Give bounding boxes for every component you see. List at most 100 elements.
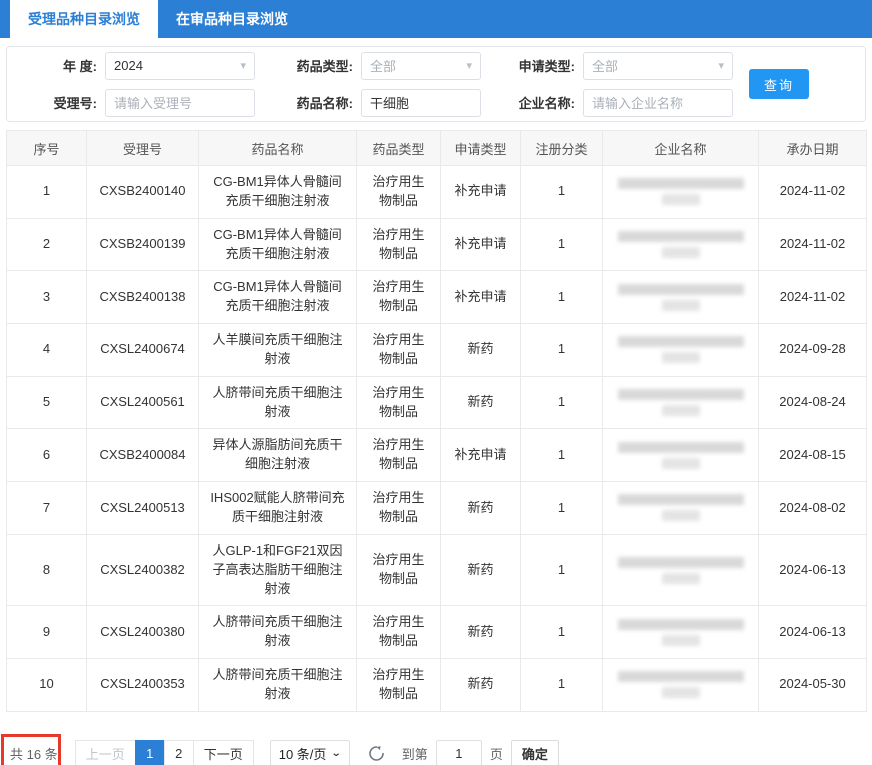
- cell-acceptance-no: CXSL2400353: [86, 658, 199, 712]
- confirm-button[interactable]: 确定: [510, 740, 559, 765]
- company-placeholder: 请输入企业名称: [592, 96, 684, 111]
- cell-apply-type: 新药: [440, 481, 521, 535]
- cell-date: 2024-11-02: [758, 165, 867, 219]
- header-drug-type: 药品类型: [356, 130, 441, 166]
- year-label: 年 度:: [63, 59, 97, 74]
- cell-acceptance-no: CXSL2400380: [86, 605, 199, 660]
- cell-apply-type: 新药: [440, 375, 521, 430]
- drug-type-select-value: 全部: [370, 59, 397, 74]
- redacted-company-block: [613, 494, 748, 522]
- cell-seq: 8: [6, 533, 87, 607]
- table-row: 6 CXSB2400084 异体人源脂肪间充质干细胞注射液 治疗用生物制品 补充…: [6, 428, 867, 483]
- cell-seq: 1: [6, 165, 87, 219]
- apply-type-select[interactable]: 全部 ▾: [583, 51, 733, 80]
- next-page-button[interactable]: 下一页: [192, 740, 254, 765]
- chevron-down-icon: ▾: [718, 60, 724, 72]
- cell-reg-class: 1: [520, 658, 603, 712]
- table-row: 10 CXSL2400353 人脐带间充质干细胞注射液 治疗用生物制品 新药 1…: [6, 658, 867, 712]
- results-table: 序号 受理号 药品名称 药品类型 申请类型 注册分类 企业名称 承办日期 1 C…: [6, 130, 867, 712]
- page-button-1[interactable]: 1: [134, 740, 165, 765]
- cell-date: 2024-06-13: [758, 605, 867, 660]
- tab-accepted-catalog[interactable]: 受理品种目录浏览: [10, 0, 158, 38]
- chevron-down-icon: ⌄: [331, 747, 343, 759]
- apply-type-label: 申请类型:: [518, 59, 575, 74]
- redacted-company-block: [613, 441, 748, 469]
- table-body: 1 CXSB2400140 CG-BM1异体人骨髓间充质干细胞注射液 治疗用生物…: [6, 165, 867, 712]
- cell-company: [602, 375, 759, 430]
- cell-apply-type: 补充申请: [440, 217, 521, 272]
- goto-suffix-label: 页: [489, 746, 503, 762]
- cell-drug-type: 治疗用生物制品: [356, 217, 441, 272]
- table-row: 8 CXSL2400382 人GLP-1和FGF21双因子高表达脂肪干细胞注射液…: [6, 533, 867, 607]
- goto-page-input[interactable]: [435, 740, 482, 765]
- table-row: 7 CXSL2400513 IHS002赋能人脐带间充质干细胞注射液 治疗用生物…: [6, 481, 867, 535]
- cell-seq: 4: [6, 323, 87, 377]
- query-button[interactable]: 查询: [749, 69, 809, 99]
- cell-company: [602, 323, 759, 377]
- table-row: 9 CXSL2400380 人脐带间充质干细胞注射液 治疗用生物制品 新药 1 …: [6, 605, 867, 660]
- cell-acceptance-no: CXSL2400382: [86, 533, 199, 607]
- prev-page-button[interactable]: 上一页: [74, 740, 136, 765]
- tab-under-review-catalog[interactable]: 在审品种目录浏览: [158, 0, 306, 38]
- redacted-company-block: [613, 618, 748, 646]
- cell-date: 2024-08-15: [758, 428, 867, 483]
- page-size-select[interactable]: 10 条/页 ⌄: [269, 740, 350, 765]
- cell-apply-type: 新药: [440, 533, 521, 607]
- year-select[interactable]: 2024 ▾: [105, 51, 255, 80]
- tab-bar: 受理品种目录浏览 在审品种目录浏览: [0, 0, 872, 38]
- chevron-down-icon: ▾: [240, 60, 246, 72]
- header-drug-name: 药品名称: [198, 130, 357, 166]
- cell-drug-name: IHS002赋能人脐带间充质干细胞注射液: [198, 481, 357, 535]
- company-input[interactable]: 请输入企业名称: [583, 88, 733, 117]
- cell-date: 2024-05-30: [758, 658, 867, 712]
- cell-apply-type: 补充申请: [440, 165, 521, 219]
- header-apply-type: 申请类型: [440, 130, 521, 166]
- cell-drug-type: 治疗用生物制品: [356, 165, 441, 219]
- acceptance-no-placeholder: 请输入受理号: [114, 96, 193, 111]
- cell-date: 2024-11-02: [758, 217, 867, 272]
- cell-reg-class: 1: [520, 165, 603, 219]
- cell-seq: 5: [6, 375, 87, 430]
- redacted-company-block: [613, 671, 748, 699]
- cell-acceptance-no: CXSL2400513: [86, 481, 199, 535]
- cell-date: 2024-09-28: [758, 323, 867, 377]
- drug-type-select[interactable]: 全部 ▾: [361, 51, 481, 80]
- cell-acceptance-no: CXSB2400139: [86, 217, 199, 272]
- redacted-company-block: [613, 336, 748, 364]
- cell-seq: 3: [6, 270, 87, 325]
- cell-drug-type: 治疗用生物制品: [356, 605, 441, 660]
- apply-type-select-value: 全部: [592, 59, 619, 74]
- drug-name-label: 药品名称:: [296, 96, 353, 111]
- cell-company: [602, 165, 759, 219]
- cell-date: 2024-08-24: [758, 375, 867, 430]
- refresh-icon[interactable]: [368, 744, 386, 762]
- cell-reg-class: 1: [520, 428, 603, 483]
- cell-drug-type: 治疗用生物制品: [356, 533, 441, 607]
- cell-drug-name: CG-BM1异体人骨髓间充质干细胞注射液: [198, 217, 357, 272]
- cell-drug-name: 人羊膜间充质干细胞注射液: [198, 323, 357, 377]
- search-grid: 年 度: 2024 ▾ 药品类型: 全部 ▾ 申请类型: 全部 ▾ 受理号: 请…: [7, 51, 733, 117]
- table-row: 2 CXSB2400139 CG-BM1异体人骨髓间充质干细胞注射液 治疗用生物…: [6, 217, 867, 272]
- cell-drug-name: 人GLP-1和FGF21双因子高表达脂肪干细胞注射液: [198, 533, 357, 607]
- page-button-2[interactable]: 2: [163, 740, 194, 765]
- cell-reg-class: 1: [520, 481, 603, 535]
- results-table-wrap: 序号 受理号 药品名称 药品类型 申请类型 注册分类 企业名称 承办日期 1 C…: [6, 130, 867, 712]
- cell-acceptance-no: CXSB2400084: [86, 428, 199, 483]
- cell-seq: 10: [6, 658, 87, 712]
- total-count: 共 16 条: [10, 746, 58, 762]
- cell-drug-type: 治疗用生物制品: [356, 481, 441, 535]
- header-date: 承办日期: [758, 130, 867, 166]
- cell-company: [602, 428, 759, 483]
- company-label: 企业名称:: [518, 96, 575, 111]
- cell-seq: 2: [6, 217, 87, 272]
- cell-reg-class: 1: [520, 375, 603, 430]
- header-reg-class: 注册分类: [520, 130, 603, 166]
- drug-name-input[interactable]: 干细胞: [361, 88, 481, 117]
- cell-date: 2024-11-02: [758, 270, 867, 325]
- cell-drug-name: 人脐带间充质干细胞注射液: [198, 375, 357, 430]
- cell-drug-name: CG-BM1异体人骨髓间充质干细胞注射液: [198, 270, 357, 325]
- search-panel: 年 度: 2024 ▾ 药品类型: 全部 ▾ 申请类型: 全部 ▾ 受理号: 请…: [6, 46, 866, 122]
- acceptance-no-input[interactable]: 请输入受理号: [105, 88, 255, 117]
- cell-drug-type: 治疗用生物制品: [356, 375, 441, 430]
- goto-prefix-label: 到第: [401, 746, 428, 762]
